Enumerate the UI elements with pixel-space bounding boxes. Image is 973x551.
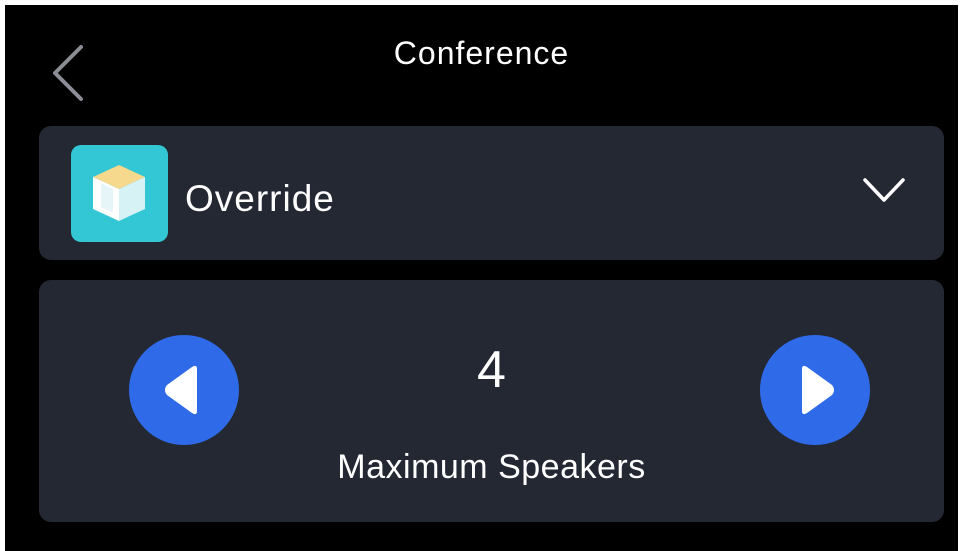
cube-app-icon (71, 145, 168, 242)
conference-screen: Conference Override 4 Maximum Speakers (5, 5, 958, 551)
chevron-down-icon (863, 178, 905, 202)
increase-speakers-button[interactable] (760, 335, 870, 445)
mode-label: Override (185, 178, 335, 219)
triangle-right-icon (802, 365, 834, 415)
mode-dropdown[interactable]: Override (39, 126, 944, 260)
page-title: Conference (393, 35, 570, 71)
speaker-count-label: Maximum Speakers (337, 448, 646, 486)
max-speakers-panel: 4 Maximum Speakers (39, 280, 944, 522)
